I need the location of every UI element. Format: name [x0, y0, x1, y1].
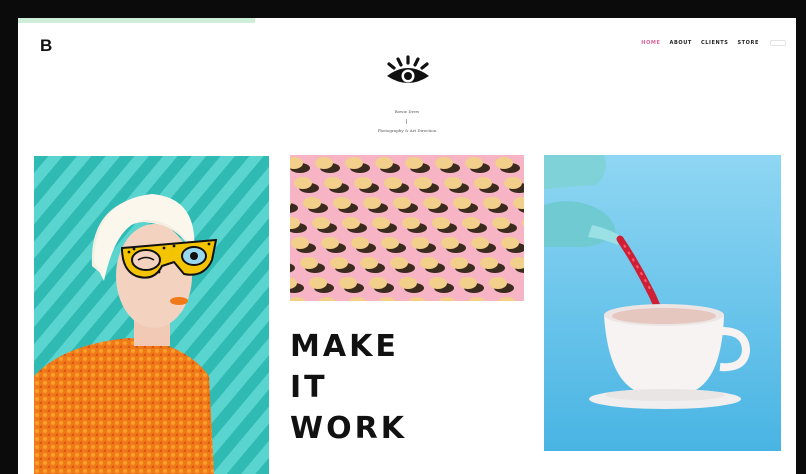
portfolio-tile-teacup[interactable] [544, 155, 781, 451]
main-nav: HOME ABOUT CLIENTS STORE [641, 40, 786, 46]
cookie [393, 197, 411, 209]
nav-home[interactable]: HOME [641, 40, 660, 46]
headline-line-3: WORK [290, 411, 407, 446]
site-page: B HOME ABOUT CLIENTS STORE Bowie Drew Ph… [18, 18, 796, 474]
cookie [315, 157, 333, 169]
portfolio-tile-pattern[interactable] [290, 155, 524, 301]
cookie [375, 157, 393, 169]
cookie [483, 197, 501, 209]
search-icon[interactable] [770, 40, 786, 46]
cookie [294, 177, 312, 189]
portfolio-tile-portrait[interactable] [34, 156, 269, 474]
cookie [504, 177, 522, 189]
cookie [369, 277, 387, 289]
cookie [444, 177, 462, 189]
cookie [489, 277, 507, 289]
cookie [450, 257, 468, 269]
headline-line-2: IT [290, 370, 328, 405]
cookie [351, 237, 369, 249]
cookie [360, 257, 378, 269]
cookie [441, 237, 459, 249]
cookie [492, 217, 510, 229]
cookie [462, 217, 480, 229]
cookie [354, 177, 372, 189]
nav-clients[interactable]: CLIENTS [701, 40, 729, 46]
brand-tagline: Photography & Art Direction [377, 128, 437, 133]
cookie [459, 277, 477, 289]
cookie [363, 197, 381, 209]
cookie [381, 237, 399, 249]
site-logo[interactable]: B [40, 36, 52, 56]
cookie [474, 177, 492, 189]
cookie [300, 257, 318, 269]
cookie [342, 217, 360, 229]
cookie [429, 277, 447, 289]
cookie [345, 157, 363, 169]
cookie [432, 217, 450, 229]
cookie [414, 177, 432, 189]
cookie [291, 237, 309, 249]
cookie [495, 157, 513, 169]
nav-store[interactable]: STORE [737, 40, 759, 46]
cookie [330, 257, 348, 269]
cookie [309, 277, 327, 289]
brand-name: Bowie Drew [394, 109, 420, 114]
cookie [501, 237, 519, 249]
cookie [411, 237, 429, 249]
cookie [339, 277, 357, 289]
cookie [402, 217, 420, 229]
cookie [465, 157, 483, 169]
cookie [384, 177, 402, 189]
cookie [480, 257, 498, 269]
cookie [321, 237, 339, 249]
cookie [303, 197, 321, 209]
cookie [333, 197, 351, 209]
cookie [420, 257, 438, 269]
cookie [435, 157, 453, 169]
hero-headline: MAKE IT WORK [290, 326, 530, 449]
cookie [453, 197, 471, 209]
cookie [399, 277, 417, 289]
portfolio-tile-partial [18, 18, 255, 23]
eye-icon [387, 55, 429, 83]
cookie [423, 197, 441, 209]
cookie [390, 257, 408, 269]
cookie [324, 177, 342, 189]
cookie [405, 157, 423, 169]
headline-line-1: MAKE [290, 329, 399, 364]
cookie [312, 217, 330, 229]
cookie [471, 237, 489, 249]
brand-divider [406, 119, 407, 124]
cookie [372, 217, 390, 229]
nav-about[interactable]: ABOUT [670, 40, 692, 46]
